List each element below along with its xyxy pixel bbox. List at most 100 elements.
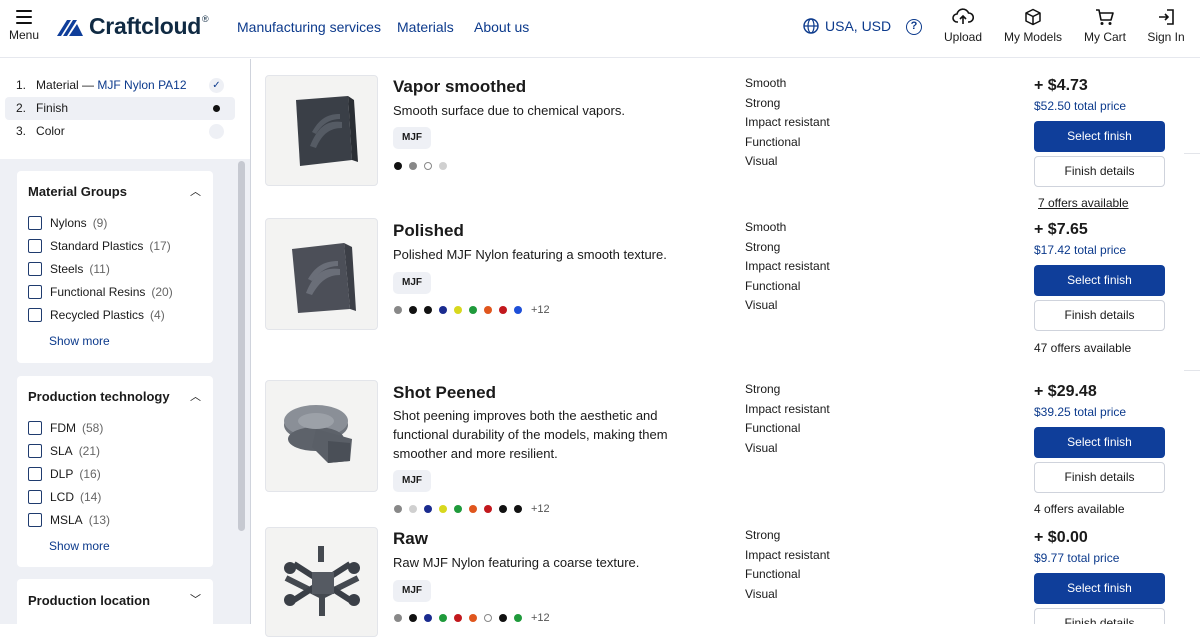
upload-button[interactable]: Upload [940, 8, 986, 44]
color-swatch[interactable] [469, 614, 477, 622]
finish-image-shot-peened[interactable] [265, 380, 378, 492]
color-swatch[interactable] [409, 505, 417, 513]
property: Impact resistant [745, 401, 830, 416]
filter-option-functional-resins[interactable]: Functional Resins (20) [28, 285, 173, 299]
color-swatches[interactable]: +12 [394, 612, 550, 624]
color-swatch[interactable] [499, 306, 507, 314]
sign-in-button[interactable]: Sign In [1144, 8, 1188, 44]
color-swatch[interactable] [424, 505, 432, 513]
more-colors-count[interactable]: +12 [531, 612, 550, 624]
color-swatch[interactable] [394, 614, 402, 622]
filter-option-sla[interactable]: SLA (21) [28, 444, 100, 458]
checkbox[interactable] [28, 262, 42, 276]
color-swatch[interactable] [514, 614, 522, 622]
color-swatch[interactable] [514, 505, 522, 513]
offers-available-link[interactable]: 7 offers available [1038, 196, 1129, 210]
select-finish-button[interactable]: Select finish [1034, 573, 1165, 604]
color-swatch[interactable] [484, 505, 492, 513]
nav-materials[interactable]: Materials [397, 19, 454, 35]
region-currency-selector[interactable]: USA, USD [803, 18, 891, 34]
filter-option-nylons[interactable]: Nylons (9) [28, 216, 107, 230]
filter-option-lcd[interactable]: LCD (14) [28, 490, 101, 504]
color-swatch[interactable] [394, 505, 402, 513]
color-swatch[interactable] [439, 614, 447, 622]
filter-option-standard-plastics[interactable]: Standard Plastics (17) [28, 239, 171, 253]
color-swatch[interactable] [484, 614, 492, 622]
checkbox[interactable] [28, 285, 42, 299]
color-swatch[interactable] [439, 162, 447, 170]
finish-details-button[interactable]: Finish details [1034, 608, 1165, 624]
step-finish[interactable]: 2. Finish [5, 97, 235, 120]
filter-option-fdm[interactable]: FDM (58) [28, 421, 103, 435]
color-swatch[interactable] [409, 162, 417, 170]
color-swatch[interactable] [439, 306, 447, 314]
color-swatch[interactable] [424, 614, 432, 622]
filter-option-steels[interactable]: Steels (11) [28, 262, 110, 276]
checkbox[interactable] [28, 308, 42, 322]
step-material[interactable]: 1. Material — MJF Nylon PA12 ✓ [5, 74, 235, 97]
checkbox[interactable] [28, 467, 42, 481]
filter-option-dlp[interactable]: DLP (16) [28, 467, 101, 481]
color-swatch[interactable] [454, 614, 462, 622]
color-swatch[interactable] [484, 306, 492, 314]
sidebar-scrollbar[interactable] [238, 161, 245, 531]
color-swatches[interactable] [394, 161, 454, 171]
color-swatch[interactable] [439, 505, 447, 513]
color-swatch[interactable] [454, 505, 462, 513]
filter-option-msla[interactable]: MSLA (13) [28, 513, 110, 527]
color-swatch[interactable] [469, 306, 477, 314]
checkbox[interactable] [28, 444, 42, 458]
offers-available-link[interactable]: 4 offers available [1034, 502, 1125, 516]
finish-image-vapor-smoothed[interactable] [265, 75, 378, 186]
material-groups-filter: Material Groups ︿ Nylons (9) Standard Pla… [17, 171, 213, 363]
finish-name: Polished [393, 221, 464, 240]
chevron-up-icon[interactable]: ︿ [190, 388, 201, 404]
more-colors-count[interactable]: +12 [531, 503, 550, 515]
property: Visual [745, 586, 778, 601]
finish-details-button[interactable]: Finish details [1034, 462, 1165, 493]
color-swatch[interactable] [424, 162, 432, 170]
checkbox[interactable] [28, 513, 42, 527]
select-finish-button[interactable]: Select finish [1034, 427, 1165, 458]
color-swatch[interactable] [499, 505, 507, 513]
checkbox[interactable] [28, 239, 42, 253]
checkbox[interactable] [28, 490, 42, 504]
chevron-up-icon[interactable]: ︿ [190, 183, 201, 199]
property: Impact resistant [745, 115, 830, 129]
my-cart-button[interactable]: My Cart [1080, 8, 1130, 44]
color-swatch[interactable] [499, 614, 507, 622]
chevron-down-icon[interactable]: ﹀ [190, 591, 201, 607]
color-swatch[interactable] [469, 505, 477, 513]
checkbox[interactable] [28, 421, 42, 435]
show-more-link[interactable]: Show more [49, 539, 110, 553]
offers-available-link[interactable]: 47 offers available [1034, 341, 1131, 355]
color-swatches[interactable]: +12 [394, 503, 550, 515]
color-swatch[interactable] [424, 306, 432, 314]
color-swatch[interactable] [454, 306, 462, 314]
show-more-link[interactable]: Show more [49, 334, 110, 348]
finish-details-button[interactable]: Finish details [1034, 300, 1165, 331]
menu-button[interactable]: Menu [8, 10, 40, 42]
more-colors-count[interactable]: +12 [531, 304, 550, 316]
step-color[interactable]: 3. Color [5, 120, 235, 143]
color-swatch[interactable] [409, 306, 417, 314]
brand-logo[interactable]: Craftcloud ® [55, 13, 209, 40]
select-finish-button[interactable]: Select finish [1034, 265, 1165, 296]
checkbox[interactable] [28, 216, 42, 230]
finish-image-raw[interactable] [265, 527, 378, 637]
finish-details-button[interactable]: Finish details [1034, 156, 1165, 187]
help-icon[interactable]: ? [906, 19, 922, 35]
filter-option-recycled-plastics[interactable]: Recycled Plastics (4) [28, 308, 165, 322]
finish-image-polished[interactable] [265, 218, 378, 330]
property: Strong [745, 528, 781, 542]
finish-properties: Smooth Strong Impact resistant Functiona… [745, 74, 830, 172]
color-swatch[interactable] [394, 162, 402, 170]
my-models-button[interactable]: My Models [1000, 8, 1066, 44]
select-finish-button[interactable]: Select finish [1034, 121, 1165, 152]
color-swatches[interactable]: +12 [394, 304, 550, 316]
color-swatch[interactable] [394, 306, 402, 314]
color-swatch[interactable] [514, 306, 522, 314]
nav-manufacturing-services[interactable]: Manufacturing services [237, 19, 381, 35]
color-swatch[interactable] [409, 614, 417, 622]
nav-about-us[interactable]: About us [474, 19, 529, 35]
